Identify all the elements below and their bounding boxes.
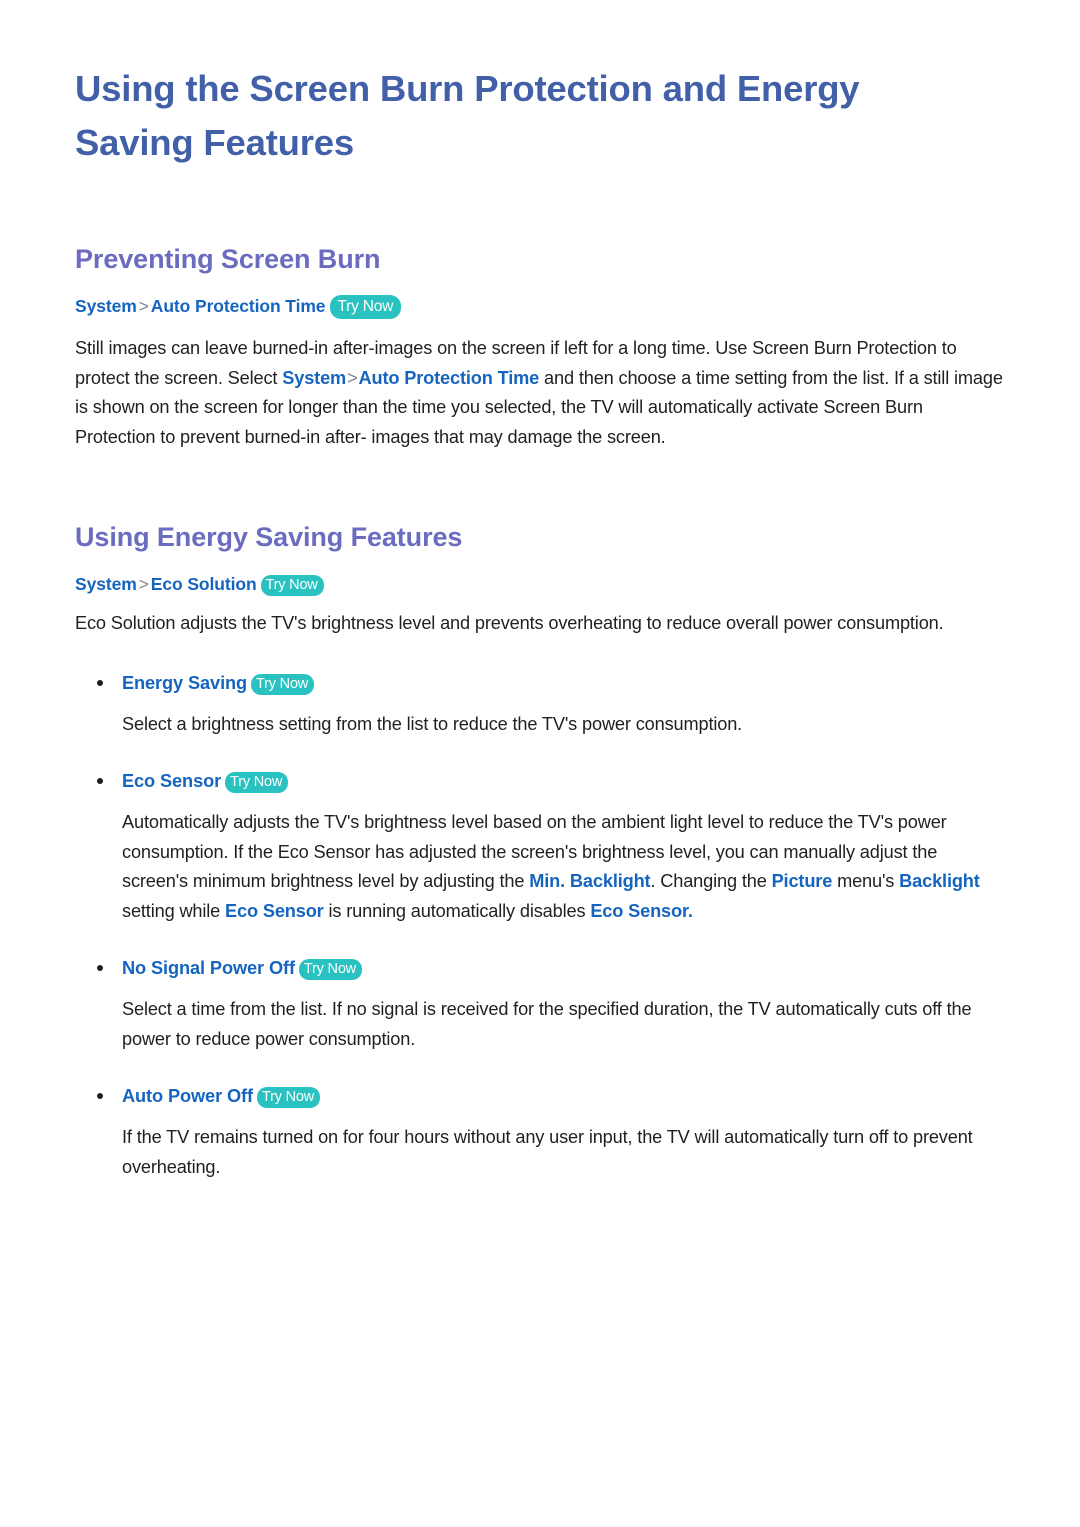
text-part-3: menu's (832, 871, 900, 891)
inline-link-backlight[interactable]: Backlight (899, 871, 980, 891)
try-now-badge[interactable]: Try Now (251, 673, 315, 695)
inline-link-eco-sensor-2[interactable]: Eco Sensor (590, 901, 688, 921)
bullet-label[interactable]: Energy Saving (122, 673, 247, 693)
breadcrumb-root[interactable]: System (75, 296, 137, 316)
bullet-heading-eco-sensor: Eco Sensor Try Now (75, 769, 1008, 794)
bullet-description-no-signal-power-off: Select a time from the list. If no signa… (122, 999, 972, 1049)
bullet-label[interactable]: Auto Power Off (122, 1086, 253, 1106)
bullet-dot-icon (97, 965, 103, 971)
bullet-heading-auto-power-off: Auto Power Off Try Now (75, 1084, 1008, 1109)
bullet-dot-icon (97, 679, 103, 686)
bullet-description-energy-saving: Select a brightness setting from the lis… (122, 713, 743, 734)
text-part-4: setting while (122, 900, 226, 921)
bullet-description-eco-sensor: Automatically adjusts the TV's brightnes… (122, 808, 1008, 926)
paragraph-screen-burn: Still images can leave burned-in after-i… (75, 334, 1008, 452)
list-item-auto-power-off: Auto Power Off Try Now If the TV remains … (75, 1084, 1008, 1182)
list-item-no-signal-power-off: No Signal Power Off Try Now Select a time… (75, 956, 1008, 1054)
try-now-badge[interactable]: Try Now (256, 1087, 321, 1108)
bullet-heading-no-signal-power-off: No Signal Power Off Try Now (75, 956, 1008, 981)
breadcrumb-auto-protection-time: System > Auto Protection Time Try Now (75, 294, 1008, 320)
breadcrumb-separator-icon: > (138, 574, 149, 594)
bullet-heading-energy-saving: Energy Saving Try Now (75, 671, 1008, 696)
eco-solution-feature-list: Energy Saving Try Now Select a brightness… (75, 671, 1008, 1183)
inline-link-system[interactable]: System (282, 368, 346, 388)
inline-link-auto-protection-time[interactable]: Auto Protection Time (359, 368, 540, 388)
page-title: Using the Screen Burn Protection and Ene… (75, 68, 860, 163)
inline-link-picture[interactable]: Picture (772, 871, 833, 891)
section-heading-energy-saving: Using Energy Saving Features (75, 522, 463, 552)
breadcrumb-root[interactable]: System (75, 574, 137, 594)
section-energy-saving-features: Using Energy Saving Features System > Eco … (75, 520, 1008, 1182)
breadcrumb-separator-icon: > (138, 296, 149, 316)
text-part-6: . (687, 900, 693, 921)
list-item-energy-saving: Energy Saving Try Now Select a brightness… (75, 671, 1008, 740)
section-preventing-screen-burn: Preventing Screen Burn System > Auto Prote… (75, 242, 1008, 452)
list-item-eco-sensor: Eco Sensor Try Now Automatically adjusts … (75, 769, 1008, 926)
section-heading-preventing-screen-burn: Preventing Screen Burn (75, 244, 381, 274)
try-now-badge[interactable]: Try Now (298, 959, 362, 980)
text-part-5: is running automatically disables (323, 900, 591, 921)
inline-separator-icon: > (347, 367, 358, 388)
text-part-2: . Changing the (650, 871, 772, 891)
breadcrumb-eco-solution: System > Eco Solution Try Now (75, 572, 1008, 597)
try-now-badge[interactable]: Try Now (225, 772, 289, 793)
inline-link-eco-sensor-1[interactable]: Eco Sensor (225, 901, 324, 921)
breadcrumb-leaf[interactable]: Auto Protection Time (151, 296, 326, 316)
try-now-badge[interactable]: Try Now (260, 575, 324, 596)
bullet-dot-icon (97, 1093, 103, 1099)
inline-link-min-backlight[interactable]: Min. Backlight (529, 871, 650, 891)
try-now-badge[interactable]: Try Now (330, 295, 402, 319)
breadcrumb-leaf[interactable]: Eco Solution (151, 574, 257, 594)
bullet-description-auto-power-off: If the TV remains turned on for four hou… (122, 1127, 973, 1177)
bullet-label[interactable]: Eco Sensor (122, 771, 221, 791)
bullet-dot-icon (97, 778, 103, 784)
document-page: Using the Screen Burn Protection and Ene… (0, 0, 1080, 1527)
paragraph-eco-solution-intro: Eco Solution adjusts the TV's brightness… (75, 613, 944, 633)
bullet-label[interactable]: No Signal Power Off (122, 958, 295, 978)
